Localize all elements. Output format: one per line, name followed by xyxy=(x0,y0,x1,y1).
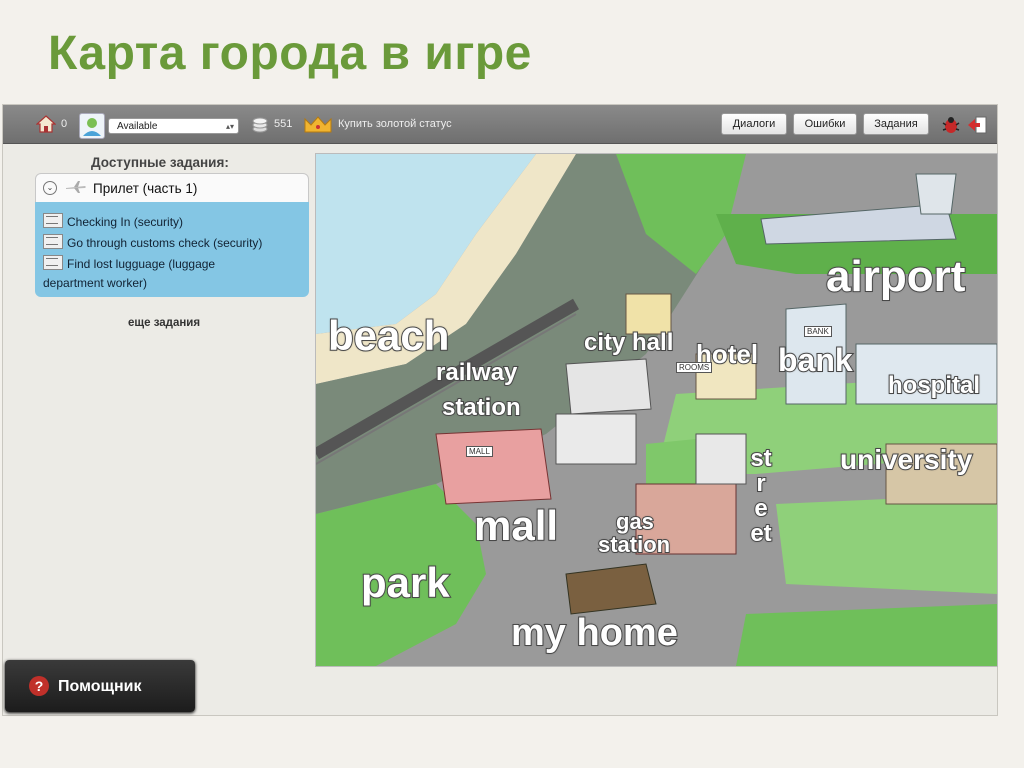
station-label[interactable]: station xyxy=(441,393,522,422)
task-item[interactable]: Checking In (security) xyxy=(43,212,183,232)
university-label[interactable]: university xyxy=(839,443,973,476)
exit-icon[interactable] xyxy=(966,115,988,135)
quest-header[interactable]: ⌄ Прилет (часть 1) xyxy=(35,173,309,203)
task-label: department worker) xyxy=(43,276,148,290)
hospital-label[interactable]: hospital xyxy=(887,371,981,400)
user-icon xyxy=(83,118,101,136)
bug-report-icon[interactable] xyxy=(940,115,962,135)
available-tasks-heading: Доступные задания: xyxy=(91,155,229,170)
park-label[interactable]: park xyxy=(360,558,451,607)
avatar[interactable] xyxy=(79,113,105,139)
bank-label[interactable]: bank xyxy=(777,341,854,379)
coins-icon xyxy=(252,117,268,133)
errors-button[interactable]: Ошибки xyxy=(793,113,857,135)
airplane-icon xyxy=(66,181,86,193)
helper-button[interactable]: ? Помощник xyxy=(5,660,195,712)
top-toolbar: 0 Available ▴▾ 551 Купить золотой статус… xyxy=(3,105,997,144)
map-icon xyxy=(43,234,63,249)
crown-icon[interactable] xyxy=(303,114,333,134)
slide-title: Карта города в игре xyxy=(48,27,532,80)
task-label: Checking In (security) xyxy=(67,215,184,229)
city-map[interactable]: airport beach city hall hotel bank hospi… xyxy=(315,153,998,667)
dialogs-button[interactable]: Диалоги xyxy=(721,113,787,135)
sign-mall-text: MALL xyxy=(466,446,493,457)
airport-label[interactable]: airport xyxy=(825,251,966,302)
beach-label[interactable]: beach xyxy=(327,311,450,360)
buy-gold-status-link[interactable]: Купить золотой статус xyxy=(338,114,452,134)
sign-bank-text: BANK xyxy=(804,326,832,337)
city-hall-label[interactable]: city hall xyxy=(583,328,674,357)
home-icon[interactable] xyxy=(36,115,56,133)
map-icon xyxy=(43,213,63,228)
tasks-button[interactable]: Задания xyxy=(863,113,929,135)
mall-label[interactable]: mall xyxy=(473,501,559,550)
gas-station-label[interactable]: station xyxy=(597,531,671,558)
quest-task-list: Checking In (security) Go through custom… xyxy=(35,202,309,297)
helper-label: Помощник xyxy=(58,678,142,695)
coins-count: 551 xyxy=(274,118,293,130)
select-arrows-icon: ▴▾ xyxy=(225,122,234,131)
task-item-continued: department worker) xyxy=(43,273,147,293)
street-label[interactable]: street xyxy=(749,445,772,547)
status-select[interactable]: Available ▴▾ xyxy=(108,118,239,134)
status-value: Available xyxy=(117,121,158,132)
collapse-toggle-icon[interactable]: ⌄ xyxy=(43,181,57,195)
home-count: 0 xyxy=(61,118,68,130)
question-icon: ? xyxy=(29,676,49,696)
railway-label[interactable]: railway xyxy=(435,358,518,387)
task-item[interactable]: Find lost lugguage (luggage xyxy=(43,254,215,274)
quest-title: Прилет (часть 1) xyxy=(93,181,198,196)
sign-rooms-text: ROOMS xyxy=(676,362,713,373)
task-label: Find lost lugguage (luggage xyxy=(67,257,216,271)
map-icon xyxy=(43,255,63,270)
my-home-label[interactable]: my home xyxy=(510,611,679,655)
task-label: Go through customs check (security) xyxy=(67,236,263,250)
task-item[interactable]: Go through customs check (security) xyxy=(43,233,262,253)
more-tasks-link[interactable]: еще задания xyxy=(128,317,200,329)
